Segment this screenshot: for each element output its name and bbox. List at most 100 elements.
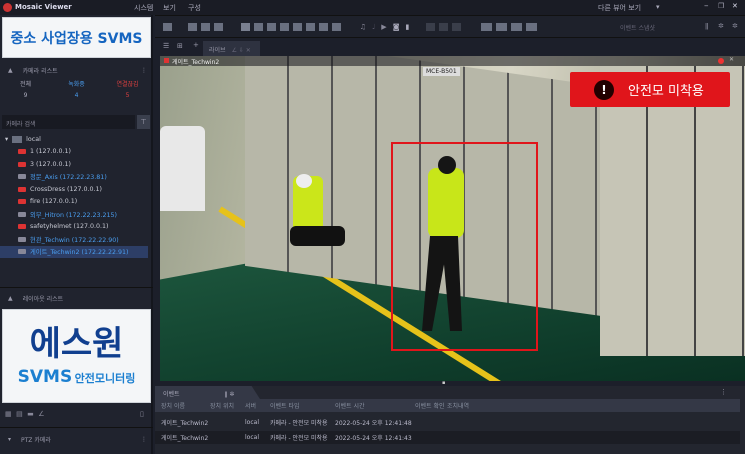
helmet: [296, 174, 312, 188]
tree-item-label: 게이트_Techwin2 (172.22.22.91): [30, 249, 129, 257]
add-layout-icon[interactable]: ⊞: [177, 42, 183, 50]
settings-icon[interactable]: ✲: [718, 22, 724, 30]
other-viewer-dropdown[interactable]: 다른 뷰어 보기: [598, 3, 641, 13]
detection-box: [391, 142, 538, 351]
menu-icon[interactable]: ☰: [163, 42, 169, 50]
tree-item[interactable]: CrossDress (127.0.0.1): [0, 183, 148, 196]
stat-total-label: 전체: [19, 81, 32, 88]
alert-text: 안전모 미착용: [628, 84, 704, 99]
menu-system[interactable]: 시스템: [134, 3, 153, 13]
stat-disconnected-label: 연결끊김: [116, 81, 139, 88]
banner-subtitle: 안전모니터링: [74, 372, 136, 385]
close-icon[interactable]: ✕: [732, 2, 738, 10]
view-mode-icon[interactable]: [495, 23, 507, 31]
maximize-icon[interactable]: ❐: [718, 2, 724, 10]
column-server[interactable]: 서버: [245, 401, 270, 410]
align-icon[interactable]: [425, 23, 435, 31]
align-icon[interactable]: [438, 23, 448, 31]
layout-buttons: ♫ ♩ ▶ ◙ ▮: [163, 23, 541, 31]
column-device-name[interactable]: 장치 이름: [155, 401, 210, 410]
camera-disconnected-icon: [18, 224, 26, 230]
server-icon: [12, 135, 23, 143]
tree-root[interactable]: ▾ local: [0, 133, 148, 146]
column-device-location[interactable]: 장치 위치: [210, 401, 245, 410]
cell-type: 카메라 - 안전모 미착용: [270, 435, 328, 442]
grid-icon[interactable]: ▦: [5, 410, 12, 418]
layout-9-icon[interactable]: [267, 23, 277, 31]
close-icon[interactable]: ✕: [729, 56, 734, 63]
grid-layout-icon[interactable]: [163, 23, 172, 31]
tree-item[interactable]: safetyhelmet (127.0.0.1): [0, 221, 148, 234]
tree-item[interactable]: fire (127.0.0.1): [0, 196, 148, 209]
view-mode-icon[interactable]: [510, 23, 522, 31]
table-row[interactable]: 게이트_Techwin2 local 카메라 - 안전모 미착용 2022-05…: [155, 416, 740, 429]
layout-4-icon[interactable]: [254, 23, 264, 31]
add-tab-icon[interactable]: +: [193, 41, 199, 49]
menu-view[interactable]: 보기: [163, 3, 176, 13]
video-view[interactable]: ! 안전모 미착용 게이트_Techwin2 ✕ MCE-B501: [160, 56, 745, 381]
camera-snapshot-icon[interactable]: ◙: [393, 23, 400, 31]
layout-list-header[interactable]: ▲ 레이아웃 리스트: [0, 291, 153, 305]
tree-item[interactable]: 정문_Axis (172.22.23.81): [0, 171, 148, 184]
title-bar: Mosaic Viewer 시스템 보기 구성 다른 뷰어 보기 ▾ – ❐ ✕: [0, 0, 745, 15]
mic-icon[interactable]: ♫: [360, 23, 366, 31]
layout-25-icon[interactable]: [293, 23, 303, 31]
tree-item[interactable]: 외부_Hitron (172.22.23.215): [0, 208, 148, 221]
main-toolbar: ♫ ♩ ▶ ◙ ▮ 이벤트 스냅샷 ǁ ✲ ✲: [155, 15, 745, 38]
layout-icon[interactable]: ▤: [16, 410, 23, 418]
banner-top: 중소 사업장용 SVMS: [2, 17, 151, 58]
camera-icon: [18, 211, 26, 217]
layout-1-icon[interactable]: [241, 23, 251, 31]
cell-time: 2022-05-24 오후 12:41:48: [335, 420, 412, 427]
layout-6-icon[interactable]: [306, 23, 316, 31]
camera-search-input[interactable]: 카메라 검색: [2, 115, 135, 129]
play-icon[interactable]: ▶: [381, 23, 386, 31]
events-tab[interactable]: 이벤트 ǁ ✲: [155, 386, 260, 399]
record-icon: [718, 58, 724, 64]
events-panel: 이벤트 ǁ ✲ ⋮ 장치 이름 장치 위치 서버 이벤트 타입 이벤트 시간 이벤…: [155, 386, 745, 454]
column-event-confirm[interactable]: 이벤트 확인: [415, 401, 447, 410]
tree-item[interactable]: 3 (127.0.0.1): [0, 158, 148, 171]
layout-13-icon[interactable]: [332, 23, 342, 31]
fullscreen-icon[interactable]: [188, 23, 198, 31]
more-icon[interactable]: ⋮: [141, 67, 147, 74]
split-icon[interactable]: [214, 23, 224, 31]
layout-8-icon[interactable]: [319, 23, 329, 31]
chevron-down-icon[interactable]: ▾: [656, 3, 660, 11]
event-snapshot-input[interactable]: 이벤트 스냅샷: [620, 23, 655, 32]
stat-disconnected-value: 5: [125, 92, 130, 99]
filter-icon[interactable]: ⊤: [137, 115, 150, 129]
camera-list-header[interactable]: ▲ 카메라 리스트 ⋮: [0, 63, 153, 77]
pause-icon[interactable]: ǁ: [705, 22, 708, 30]
cell-type: 카메라 - 안전모 미착용: [270, 420, 328, 427]
pin-icon[interactable]: ✲: [732, 22, 738, 30]
view-mode-icon[interactable]: [525, 23, 537, 31]
minimize-icon[interactable]: –: [704, 1, 709, 11]
tab-live[interactable]: 라이브 ∠ ⇩ ✕: [203, 41, 260, 56]
column-action[interactable]: 조치내역: [447, 401, 487, 410]
layout-16-icon[interactable]: [280, 23, 290, 31]
stat-total-value: 9: [23, 92, 28, 99]
tree-item[interactable]: 1 (127.0.0.1): [0, 146, 148, 159]
tree-item-label: fire (127.0.0.1): [30, 198, 78, 206]
bag: [160, 126, 205, 211]
stat-recording-label: 녹화중: [68, 81, 85, 88]
tree-item-selected[interactable]: 게이트_Techwin2 (172.22.22.91): [0, 245, 148, 258]
view-mode-icon[interactable]: [480, 23, 492, 31]
edit-icon[interactable]: ∠: [38, 410, 44, 418]
monitor-icon[interactable]: [201, 23, 211, 31]
camera-disconnected-icon: [18, 161, 26, 167]
delete-icon[interactable]: ▯: [140, 410, 144, 418]
more-icon[interactable]: ⋮: [141, 436, 147, 443]
table-row[interactable]: 게이트_Techwin2 local 카메라 - 안전모 미착용 2022-05…: [155, 431, 740, 444]
more-icon[interactable]: ⋮: [720, 388, 727, 396]
tree-item[interactable]: 현관_Techwin (172.22.22.90): [0, 233, 148, 246]
column-event-type[interactable]: 이벤트 타입: [270, 401, 335, 410]
menu-config[interactable]: 구성: [188, 3, 201, 13]
folder-icon[interactable]: ▬: [27, 410, 34, 418]
column-event-time[interactable]: 이벤트 시간: [335, 401, 415, 410]
align-icon[interactable]: [451, 23, 461, 31]
bookmark-icon[interactable]: ▮: [405, 23, 409, 31]
speaker-icon[interactable]: ♩: [372, 23, 375, 31]
ptz-header[interactable]: ▾ PTZ 카메라 ⋮: [0, 432, 153, 446]
